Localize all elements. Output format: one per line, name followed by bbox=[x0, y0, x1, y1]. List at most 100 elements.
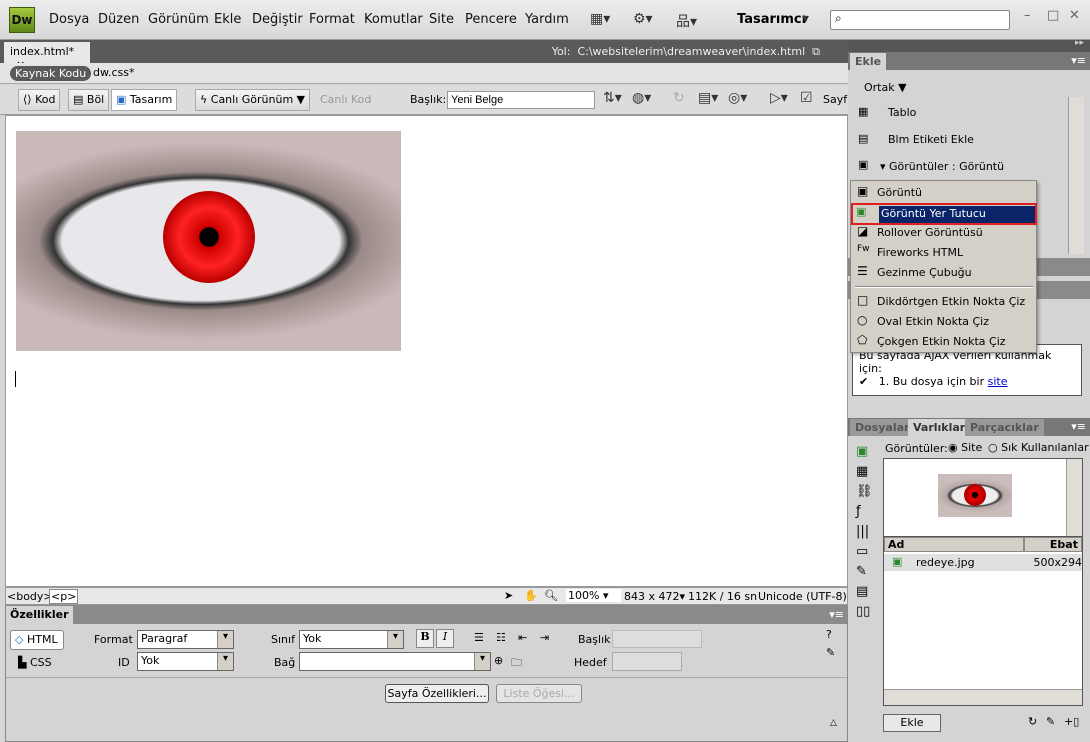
tag-p[interactable]: <p> bbox=[49, 589, 79, 604]
split-view-button[interactable]: ▤ Böl bbox=[68, 89, 110, 111]
images-icon[interactable]: ▣ bbox=[856, 442, 873, 462]
gear-icon[interactable]: ⚙▾ bbox=[633, 11, 653, 27]
related-file-dw-css[interactable]: dw.css* bbox=[93, 66, 134, 79]
movies-icon[interactable]: ▭ bbox=[856, 542, 873, 562]
tab-files[interactable]: Dosyalar bbox=[850, 419, 915, 436]
class-select[interactable]: Yok bbox=[299, 630, 404, 649]
menu-item-image[interactable]: Görüntü bbox=[877, 186, 922, 199]
id-select[interactable]: Yok bbox=[137, 652, 234, 671]
visual-aids-icon[interactable]: ◎▾ bbox=[728, 90, 747, 106]
italic-button[interactable]: I bbox=[436, 629, 454, 648]
tag-body[interactable]: <body> bbox=[7, 590, 53, 603]
menu-dosya[interactable]: Dosya bbox=[49, 12, 89, 27]
menu-yardim[interactable]: Yardım bbox=[525, 12, 569, 27]
target-select[interactable] bbox=[612, 652, 682, 671]
globe-icon[interactable]: ◍▾ bbox=[632, 90, 651, 106]
workspace-switcher[interactable]: Tasarımcı bbox=[737, 12, 806, 27]
tab-snippets[interactable]: Parçacıklar bbox=[965, 419, 1044, 436]
menu-item-image-placeholder[interactable]: Görüntü Yer Tutucu bbox=[879, 206, 1035, 223]
preview-scrollbar[interactable] bbox=[1066, 459, 1082, 537]
pointer-icon[interactable]: ➤ bbox=[504, 589, 513, 602]
chevron-down-icon[interactable]: ▼ bbox=[297, 93, 305, 106]
shockwave-icon[interactable]: ||| bbox=[856, 522, 873, 542]
column-size[interactable]: Ebat bbox=[1024, 537, 1082, 552]
minimize-button[interactable]: – bbox=[1024, 8, 1031, 23]
indent-icon[interactable]: ⇥ bbox=[540, 631, 549, 644]
edit-icon[interactable]: ✎ bbox=[1046, 715, 1055, 728]
window-size[interactable]: 843 x 472▾ bbox=[624, 590, 685, 603]
refresh-icon[interactable]: ↻ bbox=[1028, 715, 1037, 728]
asset-row[interactable]: ▣ redeye.jpg 500x294 bbox=[884, 554, 1082, 571]
ordered-list-icon[interactable]: ☷ bbox=[496, 631, 506, 644]
menu-site[interactable]: Site bbox=[429, 12, 454, 27]
radio-favorites[interactable]: ○ Sık Kullanılanlar bbox=[988, 441, 1089, 454]
site-icon[interactable]: 品▾ bbox=[676, 11, 697, 31]
category-select[interactable]: Ortak ▼ bbox=[864, 81, 907, 94]
maximize-button[interactable]: □ bbox=[1047, 8, 1059, 23]
insert-div[interactable]: Blm Etiketi Ekle bbox=[888, 133, 974, 146]
point-to-file-icon[interactable]: ⊕ bbox=[494, 654, 503, 667]
insert-asset-button[interactable]: Ekle bbox=[883, 714, 941, 732]
menu-komutlar[interactable]: Komutlar bbox=[364, 12, 423, 27]
search-input[interactable] bbox=[830, 10, 1010, 30]
menu-item-navbar[interactable]: Gezinme Çubuğu bbox=[877, 266, 972, 279]
urls-icon[interactable]: ⛓ bbox=[856, 482, 873, 502]
format-select[interactable]: Paragraf bbox=[137, 630, 234, 649]
insert-scrollbar[interactable] bbox=[1068, 97, 1084, 254]
unordered-list-icon[interactable]: ☰ bbox=[474, 631, 484, 644]
browser-check-icon[interactable]: ☑ bbox=[800, 90, 813, 106]
column-name[interactable]: Ad bbox=[884, 537, 1024, 552]
collapse-icon[interactable]: ▸▸ bbox=[1075, 38, 1084, 48]
live-view-button[interactable]: ϟ Canlı Görünüm ▼ bbox=[195, 89, 310, 111]
close-button[interactable]: ✕ bbox=[1069, 8, 1080, 23]
menu-degistir[interactable]: Değiştir bbox=[252, 12, 303, 27]
library-icon[interactable]: ▯▯ bbox=[856, 602, 873, 622]
flash-icon[interactable]: ƒ bbox=[856, 502, 873, 522]
menu-item-rect-hotspot[interactable]: Dikdörtgen Etkin Nokta Çiz bbox=[877, 295, 1025, 308]
hand-icon[interactable]: ✋ bbox=[524, 589, 538, 602]
title-input[interactable] bbox=[447, 91, 595, 109]
source-code-button[interactable]: Kaynak Kodu bbox=[10, 66, 92, 81]
panel-menu-icon[interactable]: ▾≡ bbox=[1071, 420, 1086, 433]
menu-duzen[interactable]: Düzen bbox=[98, 12, 139, 27]
design-view-button[interactable]: ▣ Tasarım bbox=[111, 89, 178, 111]
refresh-icon[interactable]: ↻ bbox=[673, 90, 685, 106]
title-prop-input[interactable] bbox=[612, 630, 702, 648]
menu-item-oval-hotspot[interactable]: Oval Etkin Nokta Çiz bbox=[877, 315, 989, 328]
live-code-button[interactable]: Canlı Kod bbox=[320, 93, 371, 106]
zoom-icon[interactable]: 🔍︎ bbox=[544, 589, 558, 602]
code-view-button[interactable]: ⟨⟩ Kod bbox=[18, 89, 61, 111]
menu-ekle[interactable]: Ekle bbox=[214, 12, 241, 27]
css-mode-button[interactable]: ▙ CSS bbox=[18, 656, 52, 669]
tab-insert[interactable]: Ekle bbox=[850, 53, 887, 70]
scripts-icon[interactable]: ✎ bbox=[856, 562, 873, 582]
layout-icon[interactable]: ▦▾ bbox=[590, 11, 610, 27]
bold-button[interactable]: B bbox=[416, 629, 434, 648]
panel-menu-icon[interactable]: ▾≡ bbox=[1071, 54, 1086, 67]
insert-table[interactable]: Tablo bbox=[888, 106, 916, 119]
folder-icon[interactable]: 🗀 bbox=[511, 654, 522, 673]
add-to-favorites-icon[interactable]: +▯ bbox=[1064, 715, 1079, 728]
chevron-down-icon[interactable]: ▾ bbox=[802, 11, 809, 27]
list-hscrollbar[interactable] bbox=[884, 689, 1082, 705]
file-management-icon[interactable]: ⇅▾ bbox=[603, 90, 622, 106]
zoom-select[interactable]: 100% ▾ bbox=[566, 589, 621, 602]
menu-gorunum[interactable]: Görünüm bbox=[148, 12, 209, 27]
validate-icon[interactable]: ▷▾ bbox=[770, 90, 788, 106]
collapse-icon[interactable]: △ bbox=[830, 718, 837, 728]
help-icon[interactable]: ? bbox=[826, 628, 832, 641]
panel-menu-icon[interactable]: ▾≡ bbox=[829, 608, 844, 621]
eye-image[interactable] bbox=[16, 131, 401, 351]
page-properties-button[interactable]: Sayfa Özellikleri... bbox=[385, 684, 489, 703]
menu-item-polygon-hotspot[interactable]: Çokgen Etkin Nokta Çiz bbox=[877, 335, 1006, 348]
outdent-icon[interactable]: ⇤ bbox=[518, 631, 527, 644]
insert-images[interactable]: ▾ Görüntüler : Görüntü bbox=[880, 160, 1004, 173]
list-item-button[interactable]: Liste Öğesi... bbox=[496, 684, 582, 703]
menu-item-rollover[interactable]: Rollover Görüntüsü bbox=[877, 226, 983, 239]
view-options-icon[interactable]: ▤▾ bbox=[698, 90, 718, 106]
menu-format[interactable]: Format bbox=[309, 12, 355, 27]
colors-icon[interactable]: ▦ bbox=[856, 462, 873, 482]
tab-index-html[interactable]: index.html* × bbox=[4, 42, 90, 71]
design-view[interactable] bbox=[5, 115, 848, 587]
restore-icon[interactable]: ⧉ bbox=[812, 45, 820, 58]
